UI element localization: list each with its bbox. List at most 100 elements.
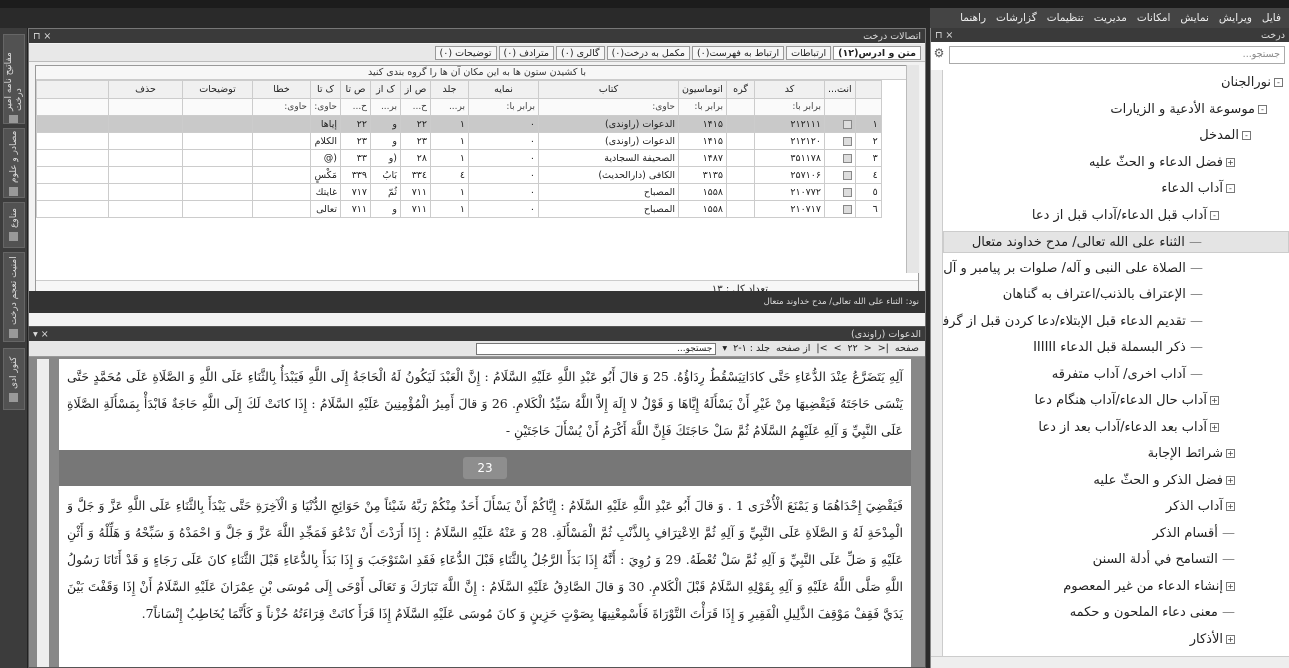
reader-scrollbar[interactable] (37, 359, 49, 667)
gear-icon[interactable]: ⚙ (931, 46, 947, 64)
table-cell[interactable] (108, 132, 183, 150)
table-cell[interactable] (108, 200, 183, 218)
filter-cell[interactable]: بر... (370, 98, 401, 116)
links-tab[interactable]: ارتباطات (786, 45, 832, 60)
left-tab-2[interactable]: مصادر و علوم (3, 128, 25, 198)
checkbox-icon[interactable] (842, 136, 852, 146)
tree-node[interactable]: +فضل الذکر و الحثّ عليه (1093, 470, 1289, 492)
column-header[interactable]: انت... (824, 80, 856, 99)
column-header[interactable]: حذف (108, 80, 183, 99)
menu-file[interactable]: فایل (1262, 12, 1281, 24)
column-header[interactable]: خطا (252, 80, 311, 99)
column-header[interactable]: ک از (370, 80, 401, 99)
tree-node[interactable]: +الأذکار (1190, 629, 1289, 651)
expand-icon[interactable]: + (1226, 157, 1235, 167)
column-header[interactable]: گره (726, 80, 755, 99)
next-page-button[interactable]: > (834, 343, 842, 354)
links-tab[interactable]: مکمل به درخت(۰) (606, 45, 690, 60)
table-row[interactable]: ۳ ۳۵۱۱۷۸ ۱۴۸۷ الصحيفة السجادية ۰ ۱ ۲۸ (و ۳۳ (@ (36, 149, 882, 167)
row-checkbox[interactable] (824, 132, 856, 150)
menu-manage[interactable]: مدیریت (1094, 12, 1127, 24)
tree-node[interactable]: — التسامح في أدلة السنن (1093, 549, 1289, 571)
filter-cell[interactable]: بر... (430, 98, 469, 116)
filter-cell[interactable]: برابر با: (678, 98, 727, 116)
filter-cell[interactable] (824, 98, 856, 116)
tree-node[interactable]: -آداب قبل الدعاء/آداب قبل از دعا (1032, 205, 1289, 227)
tree-node[interactable]: +آداب حال الدعاء/آداب هنگام دعا (1034, 390, 1289, 412)
table-cell[interactable] (108, 115, 183, 133)
links-tab[interactable]: ارتباط به فهرست(۰) (691, 45, 785, 60)
expand-icon[interactable]: + (1226, 581, 1235, 591)
column-header[interactable]: ص تا (340, 80, 371, 99)
tree-node[interactable]: — آداب اخری/ آداب متفرقه (1052, 364, 1289, 386)
grid-scrollbar[interactable] (906, 65, 919, 273)
tree-node[interactable]: — الصلاة على النبی و آله/ صلوات بر پیامب… (943, 258, 1289, 280)
table-row[interactable]: ٤ ۲۵۷۱۰۶ ۳۱۳۵ الكافی (دارالحديث) ۰ ٤ ۳۳٤ بَابُ ۳… (36, 166, 882, 184)
filter-cell[interactable] (726, 98, 755, 116)
column-header[interactable]: کتاب (538, 80, 679, 99)
checkbox-icon[interactable] (842, 153, 852, 163)
tree-node[interactable]: — معنی دعاء الملحون و حکمه (1070, 602, 1289, 624)
column-header[interactable]: توضیحات (182, 80, 253, 99)
tree-node[interactable]: +شرائط الإجابة (1148, 443, 1289, 465)
page-input[interactable]: ۲۲ (848, 343, 858, 354)
pin-close-icon[interactable]: × ⊓ (935, 30, 953, 41)
reader-search-input[interactable]: جستجو... (476, 342, 717, 355)
tree-node[interactable]: — الثناء على الله تعالی/ مدح خداوند متعا… (943, 231, 1289, 253)
expand-icon[interactable]: + (1226, 502, 1235, 511)
menu-view[interactable]: نمایش (1180, 12, 1209, 24)
table-row[interactable]: ٦ ۲۱۰۷۱۷ ۱۵۵۸ المصباح ۰ ۱ ۷۱۱ و ۷۱۱ تعالی (36, 200, 882, 218)
row-checkbox[interactable] (824, 183, 856, 201)
table-cell[interactable] (108, 149, 183, 167)
menu-reports[interactable]: گزارشات (996, 12, 1037, 24)
filter-cell[interactable]: برابر با: (754, 98, 825, 116)
checkbox-icon[interactable] (842, 204, 852, 214)
left-tab-4[interactable]: امنیت تعجم درخت (3, 252, 25, 342)
table-row[interactable]: ۲ ۲۱۲۱۲۰ ۱۴۱۵ الدعوات (راوندی) ۰ ۱ ۲۳ و ۲۳ الكلام (36, 132, 882, 150)
left-tab-5[interactable]: کنور ادی (3, 348, 25, 410)
row-checkbox[interactable] (824, 115, 856, 133)
tree-node[interactable]: -المدخل (1199, 125, 1289, 147)
expand-icon[interactable]: + (1210, 396, 1219, 405)
menu-tools[interactable]: امکانات (1137, 12, 1171, 24)
table-cell[interactable] (108, 183, 183, 201)
tree-node[interactable]: -موسوعة الأدعية و الزيارات (1110, 99, 1289, 121)
tree-node[interactable]: -نورالجنان (1221, 72, 1289, 94)
last-page-button[interactable]: >| (816, 343, 827, 354)
expand-icon[interactable]: + (1226, 475, 1235, 485)
menu-help[interactable]: راهنما (960, 12, 986, 24)
column-header[interactable]: کد (754, 80, 825, 99)
tree-search-input[interactable]: جستجو... (949, 46, 1285, 64)
tree-node[interactable]: +آداب الذکر (1166, 496, 1289, 518)
expand-icon[interactable]: + (1226, 449, 1235, 458)
tree-node[interactable]: — ذکر البسملة قبل الدعاء IIIIII (1033, 337, 1289, 359)
checkbox-icon[interactable] (842, 187, 852, 197)
prev-page-button[interactable]: < (864, 343, 872, 354)
tree-node[interactable]: +إنشاء الدعاء من غير المعصوم (1063, 576, 1289, 598)
row-checkbox[interactable] (824, 166, 856, 184)
dropdown-icon[interactable]: ▾ (722, 343, 727, 354)
table-cell[interactable] (108, 166, 183, 184)
links-tab[interactable]: مترادف (۰) (498, 45, 555, 60)
row-checkbox[interactable] (824, 149, 856, 167)
links-tab[interactable]: توضیحات (۰) (434, 45, 497, 60)
checkbox-icon[interactable] (842, 170, 852, 180)
tree-scrollbar[interactable] (931, 70, 943, 656)
collapse-icon[interactable]: - (1210, 210, 1219, 220)
checkbox-icon[interactable] (842, 119, 852, 129)
tree-node[interactable]: — الإعتراف بالذنب/اعتراف به گناهان (1003, 284, 1289, 306)
tree-node[interactable]: -آداب الدعاء (1161, 178, 1289, 200)
links-tab[interactable]: گالری (۰) (556, 45, 605, 60)
filter-cell[interactable] (182, 98, 253, 116)
filter-cell[interactable]: ح... (400, 98, 431, 116)
tree-horizontal-scrollbar[interactable] (931, 656, 1289, 668)
menu-settings[interactable]: تنظیمات (1047, 12, 1084, 24)
tree-node[interactable]: — أقسام الذکر (1153, 523, 1289, 545)
collapse-icon[interactable]: - (1242, 131, 1251, 140)
filter-cell[interactable]: حاوی: (252, 98, 311, 116)
column-header[interactable]: نمایه (468, 80, 539, 99)
left-tab-3[interactable]: مناوع (3, 202, 25, 248)
links-tab[interactable]: متن و ادرس(۱۲) (833, 45, 921, 60)
filter-cell[interactable] (108, 98, 183, 116)
pin-close-icon[interactable]: × ⊓ (33, 31, 51, 42)
